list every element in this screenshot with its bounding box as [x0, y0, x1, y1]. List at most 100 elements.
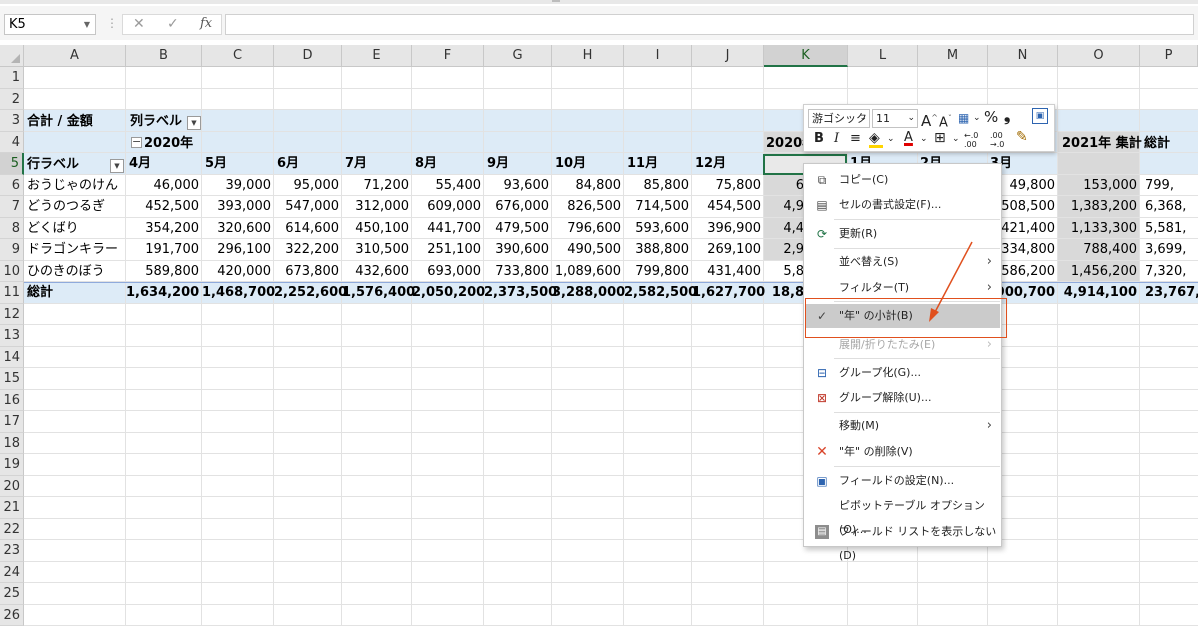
column-label-filter-button[interactable]: ▼ — [187, 116, 201, 130]
column-header-k[interactable]: K — [764, 45, 848, 67]
row-header-23[interactable]: 23 — [0, 540, 24, 562]
grand-total-header: 総計 — [1144, 136, 1171, 151]
align-center-icon[interactable]: ≡ — [850, 130, 861, 148]
menu-item-label: フィールドの設定(N)... — [839, 474, 955, 487]
column-header-h[interactable]: H — [552, 45, 624, 67]
column-header-a[interactable]: A — [24, 45, 126, 67]
row-header-11[interactable]: 11 — [0, 282, 24, 304]
chevron-down-icon[interactable]: ⌄ — [973, 109, 981, 127]
column-header-l[interactable]: L — [848, 45, 918, 67]
menu-item-pivot-options[interactable]: ピボットテーブル オプション(O)... — [805, 494, 1000, 536]
accounting-format-icon[interactable]: ▦ — [958, 109, 969, 127]
value-cell: 593,600 — [635, 220, 689, 236]
row-header-4[interactable]: 4 — [0, 131, 24, 153]
font-color-icon[interactable]: A — [904, 129, 913, 147]
decrease-decimal-icon[interactable]: .00 →.0 — [990, 131, 1012, 149]
row-header-19[interactable]: 19 — [0, 454, 24, 476]
row-header-14[interactable]: 14 — [0, 346, 24, 368]
column-header-o[interactable]: O — [1058, 45, 1140, 67]
chevron-right-icon: › — [986, 280, 992, 295]
chevron-down-icon[interactable]: ▼ — [84, 15, 90, 34]
subtotal-2020-cell: 4,4 — [783, 220, 804, 236]
format-painter-table-icon[interactable]: ▣ — [1032, 108, 1048, 124]
column-header-g[interactable]: G — [484, 45, 552, 67]
chevron-down-icon[interactable]: ⌄ — [907, 110, 915, 127]
collapse-2020-button[interactable]: − — [131, 136, 142, 148]
row-header-25[interactable]: 25 — [0, 583, 24, 605]
row-header-20[interactable]: 20 — [0, 475, 24, 497]
row-header-26[interactable]: 26 — [0, 604, 24, 626]
menu-item-hide-field-list[interactable]: ▤ フィールド リストを表示しない(D) — [805, 520, 1000, 562]
row-header-15[interactable]: 15 — [0, 368, 24, 390]
font-name-box[interactable]: 游ゴシック ⌄ — [808, 109, 870, 128]
grid-row-line — [24, 259, 1198, 261]
row-header-5[interactable]: 5 — [0, 153, 24, 175]
row-header-17[interactable]: 17 — [0, 411, 24, 433]
row-header-22[interactable]: 22 — [0, 518, 24, 540]
menu-item-move[interactable]: 移動(M) › — [805, 414, 1000, 438]
menu-item-ungroup[interactable]: ⊠ グループ解除(U)... — [805, 386, 1000, 410]
column-header-b[interactable]: B — [126, 45, 202, 67]
column-header-j[interactable]: J — [692, 45, 764, 67]
column-header-e[interactable]: E — [342, 45, 412, 67]
column-header-c[interactable]: C — [202, 45, 274, 67]
italic-button[interactable]: I — [834, 130, 839, 148]
row-header-18[interactable]: 18 — [0, 432, 24, 454]
chevron-down-icon[interactable]: ⌄ — [952, 130, 960, 148]
increase-decimal-icon[interactable]: ←.0 .00 — [964, 131, 986, 149]
row-header-3[interactable]: 3 — [0, 110, 24, 132]
row-header-10[interactable]: 10 — [0, 260, 24, 282]
menu-item-delete-year[interactable]: ✕ "年" の削除(V) — [805, 440, 1000, 464]
value-cell: 714,500 — [635, 199, 689, 214]
menu-item-format-cells[interactable]: ▤ セルの書式設定(F)... — [805, 193, 1000, 217]
chevron-down-icon[interactable]: ⌄ — [887, 130, 895, 148]
year-2020-subtotal-header: 2020年 — [766, 136, 806, 151]
format-painter-icon[interactable]: ✎ — [1016, 128, 1028, 146]
column-header-m[interactable]: M — [918, 45, 988, 67]
name-box[interactable]: K5 ▼ — [4, 14, 96, 35]
grid-column-line — [273, 67, 274, 626]
row-header-12[interactable]: 12 — [0, 303, 24, 325]
row-header-21[interactable]: 21 — [0, 497, 24, 519]
column-header-i[interactable]: I — [624, 45, 692, 67]
column-header-p[interactable]: P — [1140, 45, 1198, 67]
column-header-f[interactable]: F — [412, 45, 484, 67]
enter-icon[interactable]: ✓ — [167, 16, 179, 32]
chevron-down-icon[interactable]: ⌄ — [859, 110, 867, 127]
insert-function-icon[interactable]: fx — [200, 16, 212, 31]
select-all-corner[interactable] — [0, 45, 24, 67]
column-header-d[interactable]: D — [274, 45, 342, 67]
row-label-filter-button[interactable]: ▼ — [110, 159, 124, 173]
row-header-6[interactable]: 6 — [0, 174, 24, 196]
value-cell: 609,000 — [427, 199, 481, 214]
menu-item-label: セルの書式設定(F)... — [839, 198, 942, 211]
row-header-9[interactable]: 9 — [0, 239, 24, 261]
menu-item-field-settings[interactable]: ▣ フィールドの設定(N)... — [805, 469, 1000, 493]
comma-style-icon[interactable]: ❟ — [1004, 107, 1010, 125]
cancel-icon[interactable]: ✕ — [133, 16, 145, 32]
font-size-box[interactable]: 11 ⌄ — [872, 109, 918, 128]
grow-font-icon[interactable]: A^ — [921, 109, 938, 130]
borders-icon[interactable]: ⊞ — [934, 129, 946, 147]
formula-input[interactable] — [225, 14, 1194, 35]
row-header-13[interactable]: 13 — [0, 325, 24, 347]
menu-item-group[interactable]: ⊟ グループ化(G)... — [805, 361, 1000, 385]
bold-button[interactable]: B — [814, 130, 824, 148]
row-header-24[interactable]: 24 — [0, 561, 24, 583]
value-cell: 46,000 — [153, 177, 200, 193]
row-header-2[interactable]: 2 — [0, 88, 24, 110]
value-cell: 95,000 — [293, 177, 340, 193]
menu-item-label: 並べ替え(S) — [839, 255, 899, 268]
row-header-1[interactable]: 1 — [0, 67, 24, 89]
more-icon[interactable]: ⋮ — [106, 16, 118, 30]
fill-color-icon[interactable]: ◈ — [869, 129, 883, 148]
chevron-down-icon[interactable]: ⌄ — [920, 130, 928, 148]
row-header-8[interactable]: 8 — [0, 217, 24, 239]
percent-style-icon[interactable]: % — [984, 108, 998, 126]
menu-item-copy[interactable]: ⧉ コピー(C) — [805, 168, 1000, 192]
row-header-7[interactable]: 7 — [0, 196, 24, 218]
grid-row-line — [24, 87, 1198, 89]
value-cell: 452,500 — [145, 199, 199, 214]
row-header-16[interactable]: 16 — [0, 389, 24, 411]
column-header-n[interactable]: N — [988, 45, 1058, 67]
